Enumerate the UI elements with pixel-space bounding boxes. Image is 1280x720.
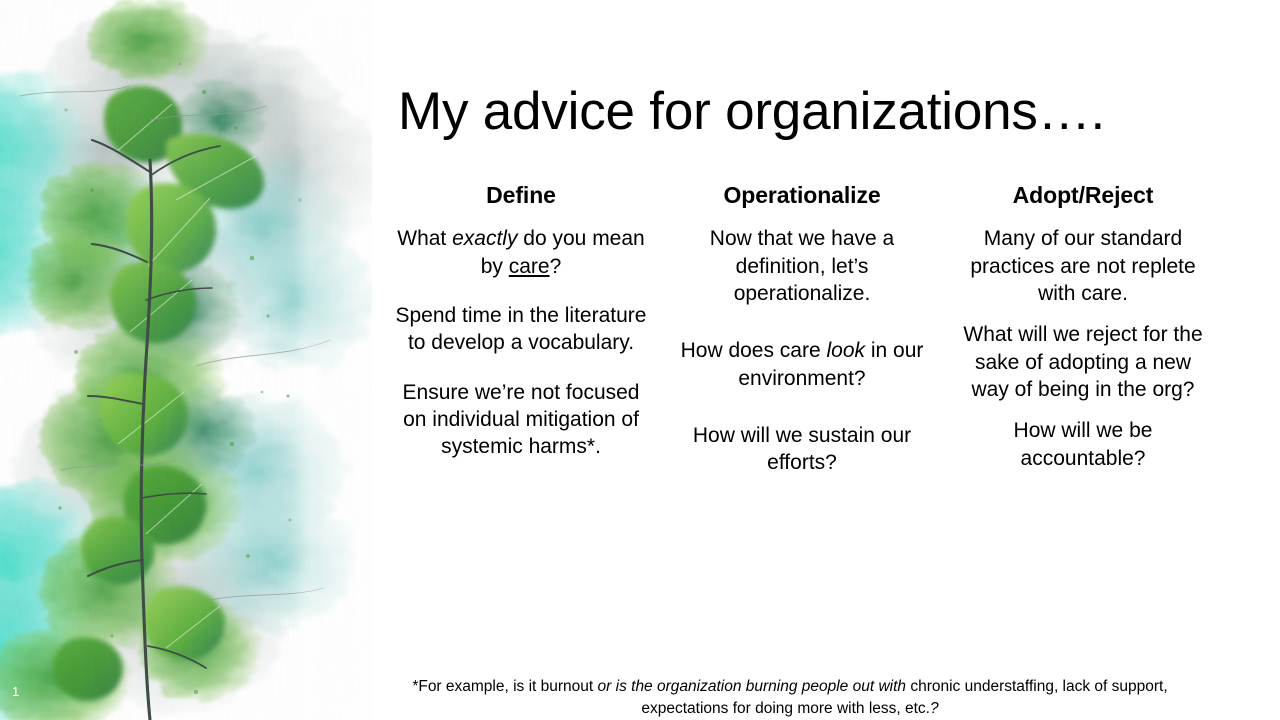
footnote: *For example, is it burnout or is the or… xyxy=(330,676,1250,720)
column-header-define: Define xyxy=(486,182,556,208)
column-define: Define What exactly do you mean by care?… xyxy=(392,182,650,461)
paragraph-define-1: What exactly do you mean by care? xyxy=(397,227,645,278)
advice-columns: Define What exactly do you mean by care?… xyxy=(392,182,1212,507)
paragraph-operationalize-2: How does care look in our environment? xyxy=(680,339,924,390)
paragraph-adopt-reject-1: Many of our standard practices are not r… xyxy=(970,227,1196,306)
footnote-line-1: *For example, is it burnout or is the or… xyxy=(412,678,1168,695)
footnote-line-2: expectations for doing more with less, e… xyxy=(641,700,939,717)
paragraph-define-3: Ensure we’re not focused on individual m… xyxy=(402,380,640,459)
watercolor-leaves-painting xyxy=(0,0,372,720)
slide-canvas: 1 My advice for organizations…. Define W… xyxy=(0,0,1280,720)
column-header-adopt-reject: Adopt/Reject xyxy=(1012,182,1154,208)
paragraph-adopt-reject-3: How will we be accountable? xyxy=(1013,419,1153,470)
paragraph-operationalize-3: How will we sustain our efforts? xyxy=(692,423,912,475)
page-title: My advice for organizations…. xyxy=(398,82,1106,141)
column-adopt-reject: Adopt/Reject Many of our standard practi… xyxy=(954,182,1212,486)
paragraph-operationalize-1: Now that we have a definition, let’s ope… xyxy=(709,227,895,306)
paragraph-define-2: Spend time in the literature to develop … xyxy=(395,304,647,355)
column-operationalize: Operationalize Now that we have a defini… xyxy=(673,182,931,507)
paragraph-adopt-reject-2: What will we reject for the sake of adop… xyxy=(963,323,1203,401)
column-header-operationalize: Operationalize xyxy=(723,182,881,208)
slide-number: 1 xyxy=(12,684,20,699)
